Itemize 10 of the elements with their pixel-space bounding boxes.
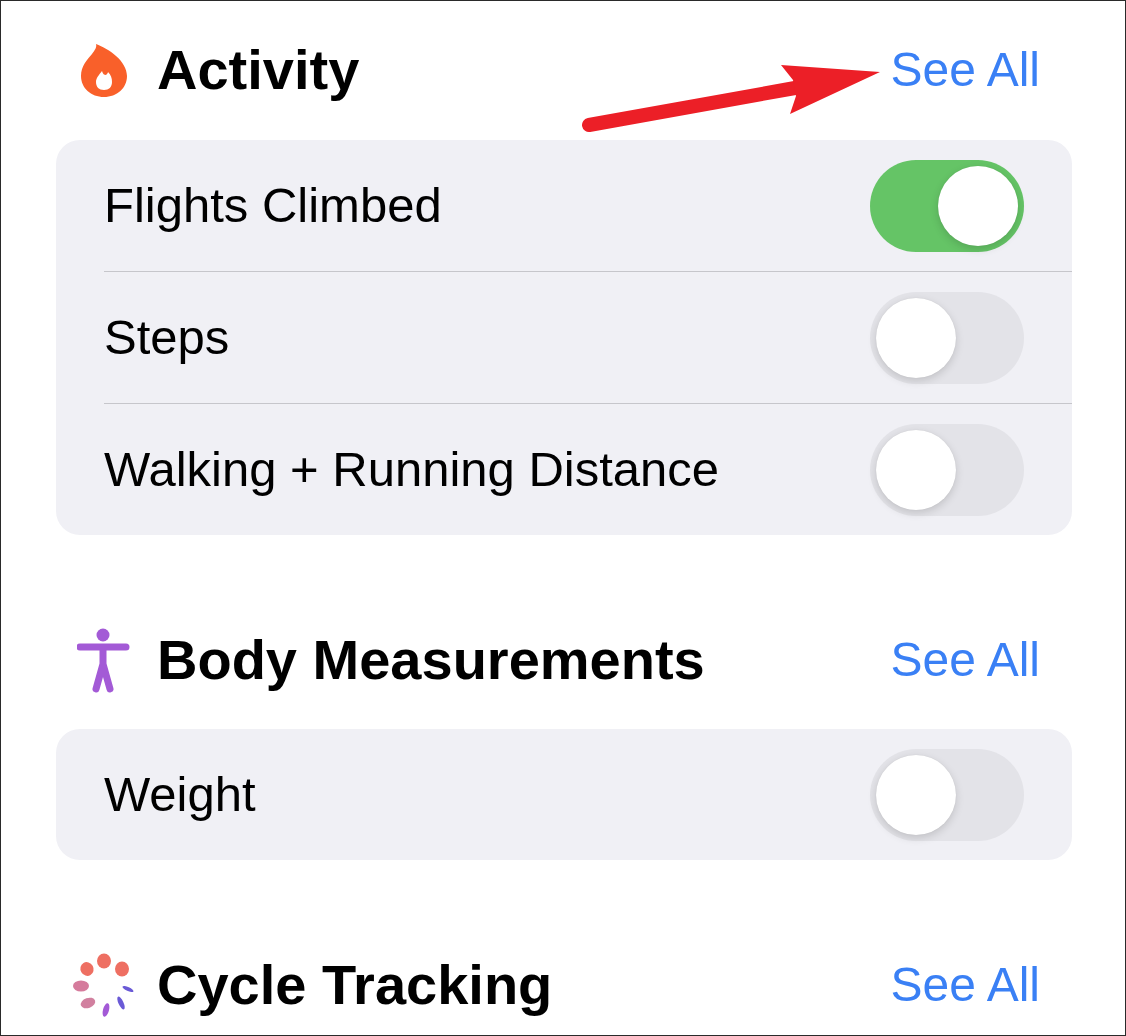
setting-label: Weight xyxy=(104,767,256,822)
see-all-link[interactable]: See All xyxy=(890,46,1040,94)
see-all-link[interactable]: See All xyxy=(890,961,1040,1009)
person-figure-icon xyxy=(77,627,131,693)
dotted-circle-icon xyxy=(72,952,136,1018)
see-all-link[interactable]: See All xyxy=(890,636,1040,684)
setting-label: Steps xyxy=(104,310,230,365)
setting-label: Flights Climbed xyxy=(104,178,442,233)
setting-label: Walking + Running Distance xyxy=(104,442,720,497)
flame-icon xyxy=(80,43,128,97)
